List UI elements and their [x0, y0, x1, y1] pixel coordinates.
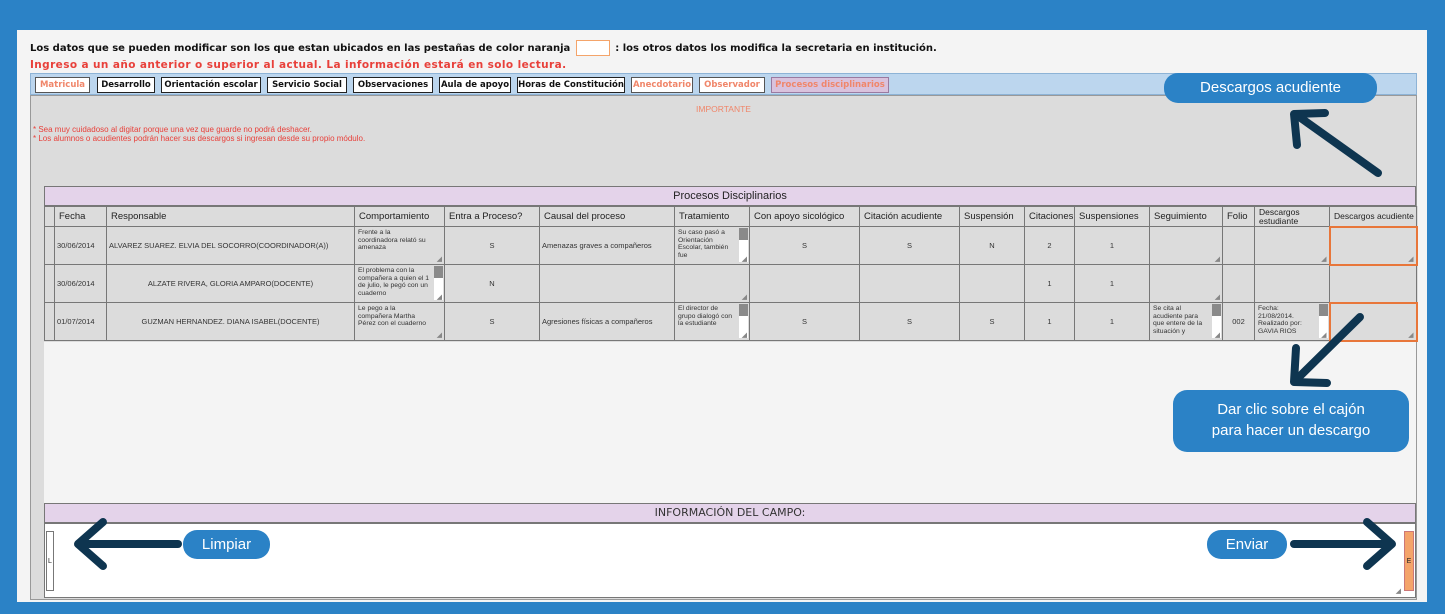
arrow-down-left-icon	[1290, 313, 1364, 387]
arrow-right-icon	[1290, 518, 1396, 570]
arrow-up-left-icon	[1290, 109, 1382, 177]
arrow-left-icon	[74, 518, 182, 570]
annotation-arrows	[74, 109, 1396, 570]
